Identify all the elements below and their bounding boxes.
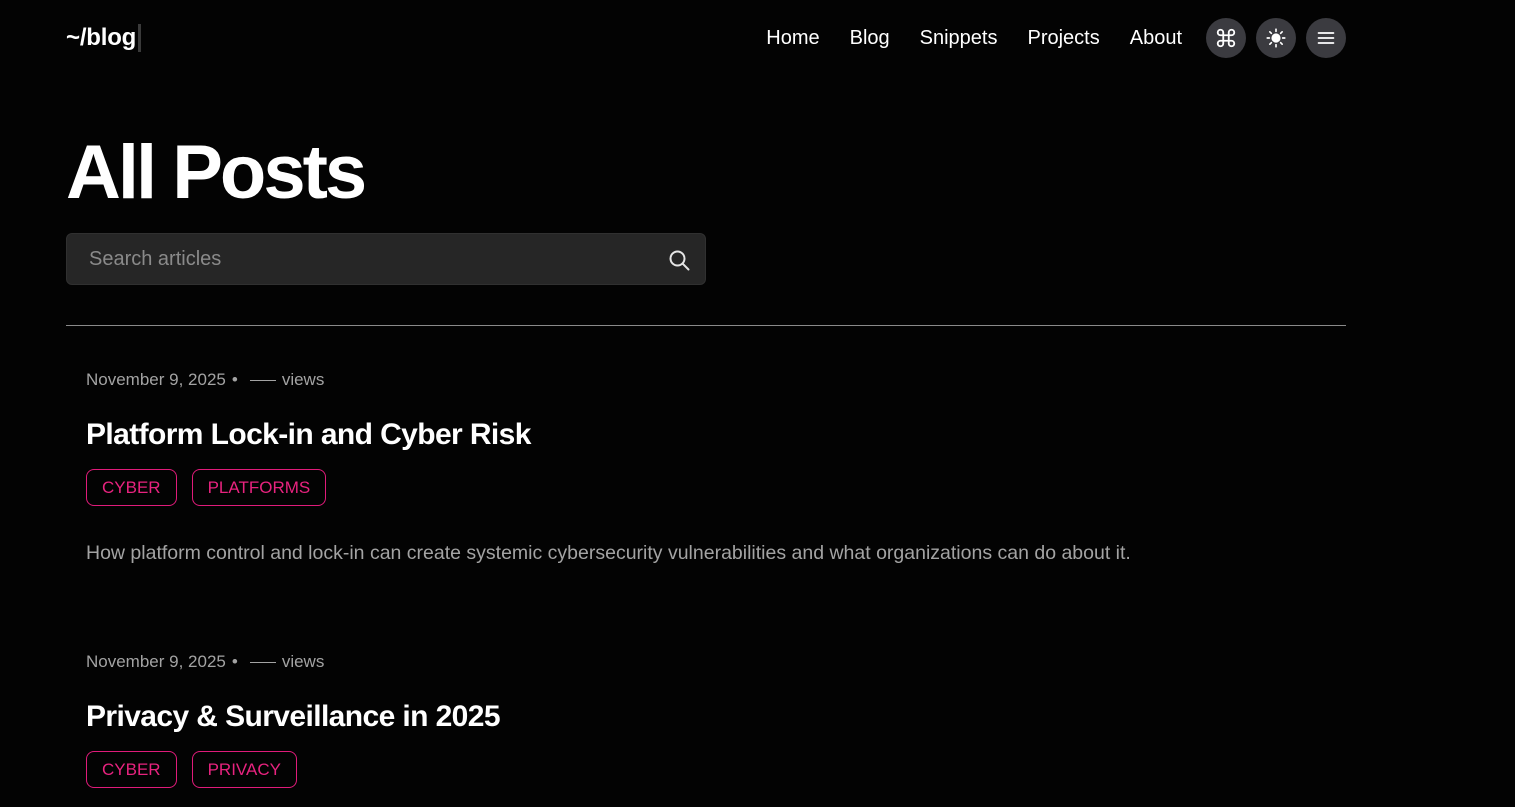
views-loading-placeholder: [249, 661, 276, 663]
post-title-link[interactable]: Platform Lock-in and Cyber Risk: [86, 416, 1326, 454]
post-views: views: [281, 652, 325, 671]
post-title-link[interactable]: Privacy & Surveillance in 2025: [86, 698, 1326, 736]
menu-button[interactable]: [1306, 18, 1346, 58]
post-views: views: [281, 370, 325, 389]
main-nav: Home Blog Snippets Projects About: [766, 18, 1346, 58]
meta-separator: •: [231, 370, 238, 389]
site-logo[interactable]: ~/blog: [66, 24, 142, 52]
tag-platforms[interactable]: PLATFORMS: [191, 469, 327, 506]
command-icon: [1216, 28, 1236, 48]
search-box: [66, 233, 706, 285]
search-icon[interactable]: [667, 248, 691, 272]
meta-separator: •: [231, 652, 238, 671]
sun-icon: [1266, 28, 1286, 48]
post-description: How platform control and lock-in can cre…: [86, 542, 1131, 564]
page-title: All Posts: [66, 130, 367, 215]
logo-text[interactable]: ~/blog: [66, 24, 136, 52]
post-date: November 9, 2025: [86, 652, 226, 671]
post-item: November 9, 2025 • views Privacy & Surve…: [86, 650, 1326, 788]
post-tags: CYBER PRIVACY: [86, 751, 1326, 788]
nav-home[interactable]: Home: [766, 27, 819, 50]
tag-privacy[interactable]: PRIVACY: [191, 751, 297, 788]
nav-projects[interactable]: Projects: [1027, 27, 1099, 50]
post-meta: November 9, 2025 • views: [86, 368, 1326, 392]
logo-cursor: [138, 24, 142, 52]
search-input[interactable]: [87, 234, 647, 284]
theme-toggle-button[interactable]: [1256, 18, 1296, 58]
views-loading-placeholder: [249, 379, 276, 381]
post-meta: November 9, 2025 • views: [86, 650, 1326, 674]
post-tags: CYBER PLATFORMS: [86, 469, 1326, 506]
command-palette-button[interactable]: [1206, 18, 1246, 58]
site-header: ~/blog Home Blog Snippets Projects About: [66, 18, 1346, 58]
tag-cyber[interactable]: CYBER: [86, 751, 177, 788]
section-divider: [66, 325, 1346, 326]
post-item: November 9, 2025 • views Platform Lock-i…: [86, 368, 1326, 565]
post-date: November 9, 2025: [86, 370, 226, 389]
tag-cyber[interactable]: CYBER: [86, 469, 177, 506]
nav-blog[interactable]: Blog: [850, 27, 890, 50]
nav-about[interactable]: About: [1130, 27, 1182, 50]
nav-snippets[interactable]: Snippets: [920, 27, 998, 50]
menu-icon: [1317, 32, 1335, 44]
